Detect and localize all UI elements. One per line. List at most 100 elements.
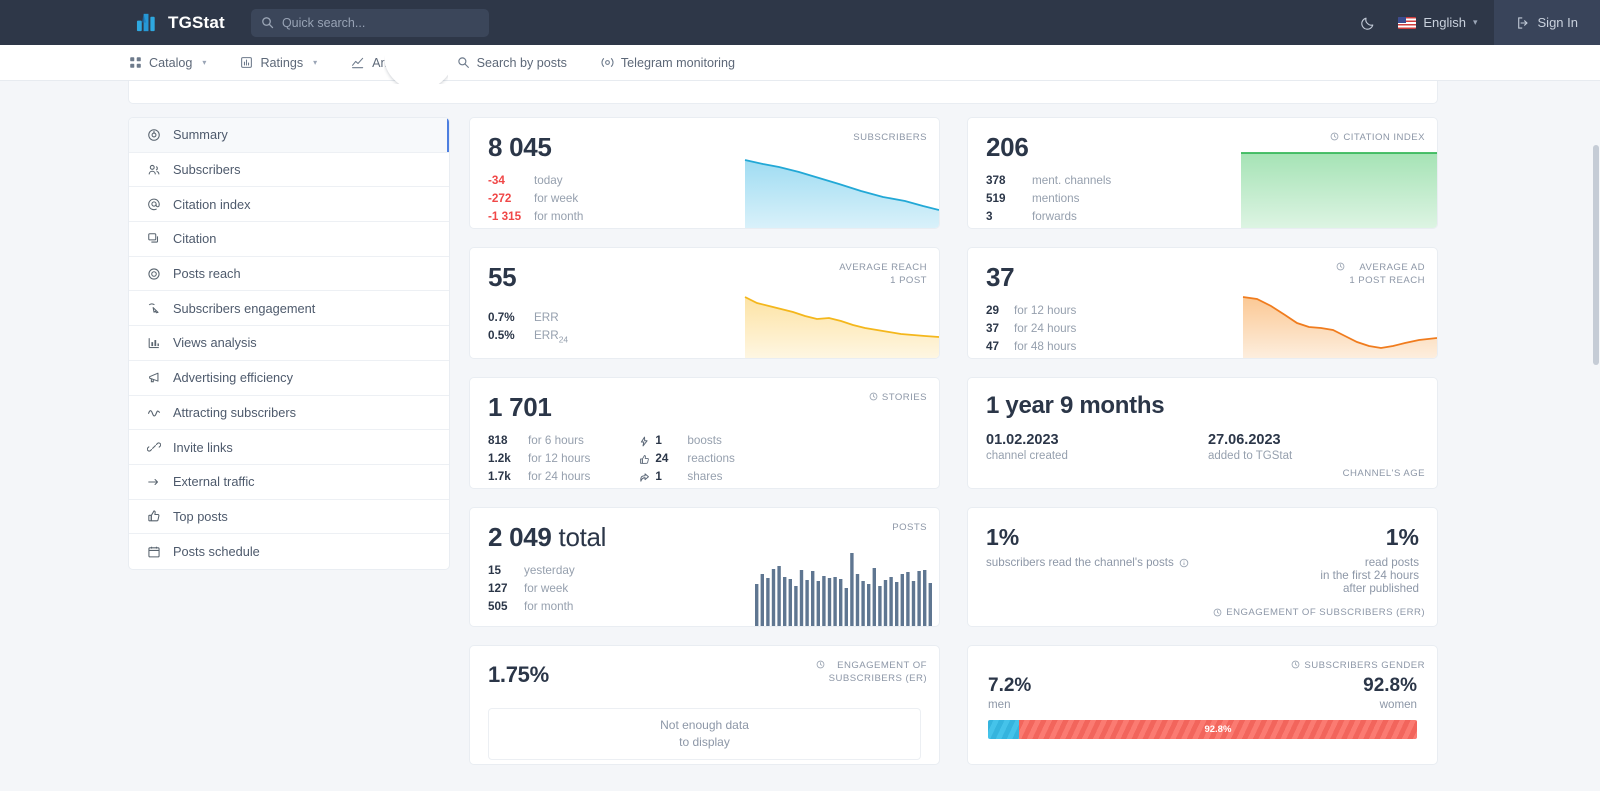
clock-icon [869,392,878,401]
stat-value: 15 [488,562,524,580]
sidebar-item-advertising-efficiency[interactable]: Advertising efficiency [129,361,449,396]
sidebar-item-label: Posts reach [173,266,241,281]
sidebar-item-subscribers[interactable]: Subscribers [129,153,449,188]
search-box[interactable] [251,9,489,37]
nav-item-search-by-posts[interactable]: Search by posts [457,56,567,70]
language-selector[interactable]: English ▾ [1388,0,1493,45]
brand-name: TGStat [168,13,225,33]
sidebar-item-subscribers-engagement[interactable]: Subscribers engagement [129,291,449,326]
page-scrollbar[interactable] [1592,45,1600,791]
scrollbar-thumb[interactable] [1593,145,1599,365]
stories-left-column: 818 for 6 hours 1.2k for 12 hours 1.7k f… [488,432,590,487]
sidebar-item-posts-schedule[interactable]: Posts schedule [129,534,449,569]
stat-value: 818 [488,432,528,450]
info-icon[interactable] [1179,558,1189,568]
grid-icon [129,56,142,69]
err-right-caption-2: in the first 24 hours [1320,569,1419,582]
card-value-suffix: total [559,522,607,552]
stat-value: -34 [488,172,534,190]
sidebar-item-citation[interactable]: Citation [129,222,449,257]
stat-row: 1.2k for 12 hours [488,450,590,468]
sidebar-item-citation-index[interactable]: Citation index [129,187,449,222]
sidebar-item-top-posts[interactable]: Top posts [129,500,449,535]
stat-key: for month [524,598,573,616]
nav-item-ratings[interactable]: Ratings ▾ [240,56,317,70]
stat-value: 1.7k [488,468,528,486]
sidebar-item-posts-reach[interactable]: Posts reach [129,257,449,292]
err-right-caption-1: read posts [1365,556,1419,569]
stat-value: 29 [986,302,1014,320]
moon-icon [1360,15,1376,31]
average-ad-reach-sparkline [1241,290,1437,358]
stat-key: ment. channels [1032,172,1111,190]
card-subscribers: SUBSCRIBERS 8 045 -34 today [469,117,940,229]
stat-value: -272 [488,190,534,208]
bar-chart-icon [147,336,161,350]
err-right-caption: read posts in the first 24 hours after p… [1320,556,1419,595]
stat-key: for week [524,580,568,598]
no-data-line1: Not enough data [660,717,749,734]
chevron-down-icon: ▾ [202,58,206,67]
nav-label: Search by posts [477,56,567,70]
card-label-text: STORIES [882,391,927,404]
gauge-icon [147,128,161,142]
clock-icon [1213,608,1222,617]
stat-key-sub: 24 [559,335,568,345]
gender-values: 7.2% men 92.8% women [968,646,1437,711]
card-label-line2: SUBSCRIBERS (ER) [829,673,927,684]
card-label-line2: 1 POST [890,275,927,286]
gender-women: 92.8% women [1363,675,1417,711]
theme-toggle-button[interactable] [1348,0,1388,45]
card-citation-index: CITATION INDEX 206 378 ment. channels [967,117,1438,229]
men-value: 7.2% [988,675,1031,697]
sidebar-item-label: Citation [173,231,216,246]
stat-value: 505 [488,598,524,616]
gender-bar-women-label: 92.8% [1204,724,1231,735]
gender-bar-men [988,720,1019,739]
posts-bar-chart [753,548,939,626]
card-label-text: ENGAGEMENT OF SUBSCRIBERS (ERR) [1226,607,1425,618]
err-right: 1% read posts in the first 24 hours afte… [1320,524,1419,595]
chart-bar-icon [240,56,253,69]
stat-key: shares [687,468,722,486]
nav-label: Telegram monitoring [621,56,735,70]
sidebar-item-label: Invite links [173,440,233,455]
stat-key: for 6 hours [528,432,584,450]
stat-key: for week [534,190,578,208]
gender-ratio-bar: 92.8% [988,720,1417,739]
card-stories: STORIES 1 701 818 for 6 hours 1.2k for [469,377,940,489]
stat-key: today [534,172,563,190]
card-label: ENGAGEMENT OF SUBSCRIBERS (ERR) [1213,607,1425,618]
share-icon [639,472,655,483]
card-label-text: AVERAGE REACH 1 POST [839,261,927,287]
card-label-text: POSTS [892,521,927,534]
sidebar-item-views-analysis[interactable]: Views analysis [129,326,449,361]
sidebar-item-label: Attracting subscribers [173,405,296,420]
flag-us-icon [1398,17,1416,29]
chevron-down-icon: ▾ [313,58,317,67]
sidebar-item-label: Subscribers [173,162,241,177]
nav-item-telegram-monitoring[interactable]: Telegram monitoring [601,56,735,70]
sidebar-item-invite-links[interactable]: Invite links [129,430,449,465]
line-chart-icon [351,56,365,70]
clock-icon [816,660,825,669]
clock-icon [1291,660,1300,669]
card-engagement-err: 1% subscribers read the channel's posts … [967,507,1438,627]
sidebar-item-summary[interactable]: Summary [129,118,449,153]
stat-key: for 24 hours [528,468,590,486]
arrow-right-icon [147,475,161,489]
target-icon [147,267,161,281]
sign-in-button[interactable]: Sign In [1494,0,1600,45]
card-label-text: AVERAGE AD 1 POST REACH [1349,261,1425,287]
avatar [384,54,448,84]
stat-value: 24 [655,450,687,468]
stat-key: yesterday [524,562,575,580]
card-posts: POSTS [469,507,940,627]
search-input[interactable] [282,16,479,30]
brand-logo-link[interactable]: TGStat [136,11,225,34]
sidebar-item-external-traffic[interactable]: External traffic [129,465,449,500]
stat-value: 37 [986,320,1014,338]
stat-row: 24 reactions [639,450,734,468]
sidebar-item-attracting-subscribers[interactable]: Attracting subscribers [129,396,449,431]
nav-item-catalog[interactable]: Catalog ▾ [129,56,206,70]
